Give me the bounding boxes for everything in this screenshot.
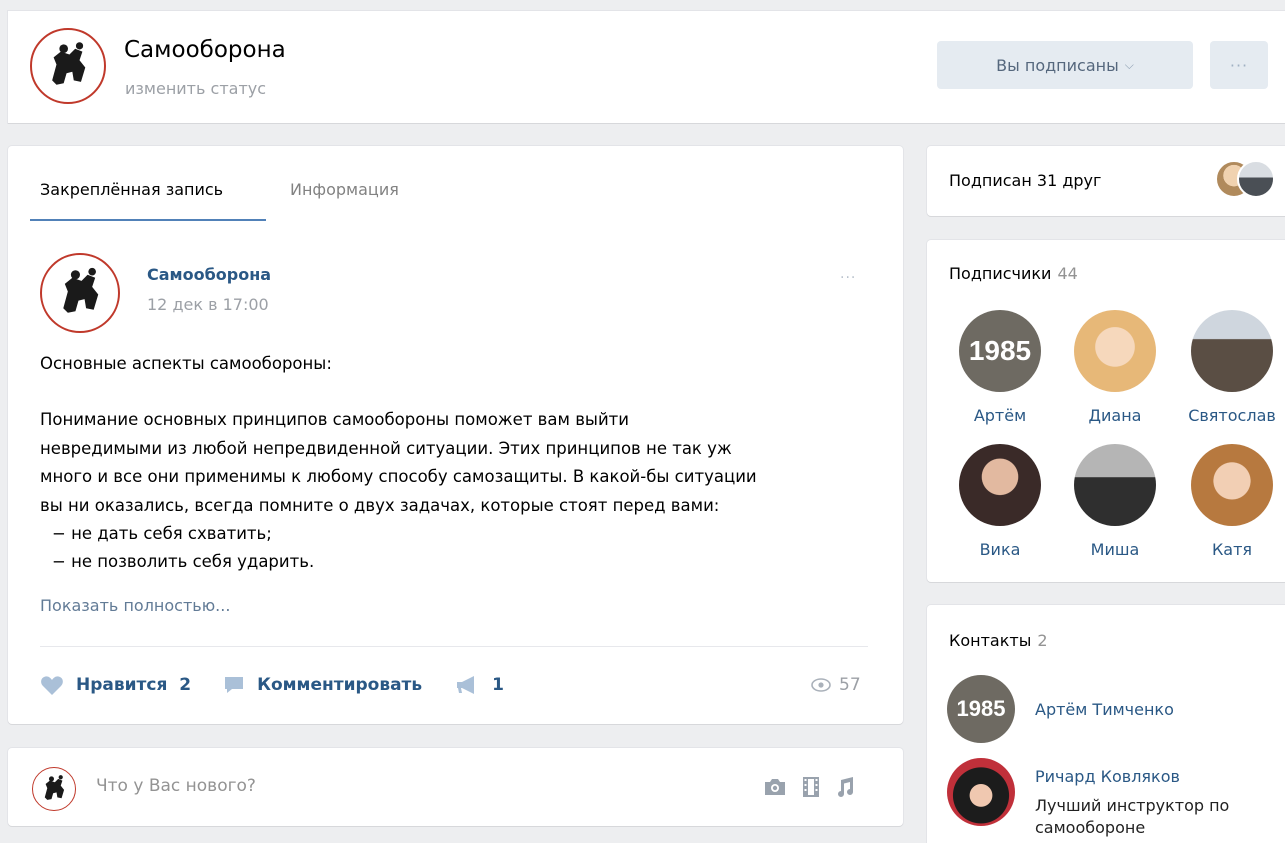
post-line: невредимыми из любой непредвиденной ситу… (40, 438, 732, 458)
like-button[interactable]: Нравится 2 (40, 674, 191, 696)
post-line-gap (40, 378, 880, 406)
subscriber-name[interactable]: Артём (945, 406, 1055, 425)
subscriber-avatar (1191, 310, 1273, 392)
subscriber-name[interactable]: Святослав (1177, 406, 1285, 425)
fighters-logo-icon (33, 31, 103, 101)
post-more-icon[interactable]: ··· (840, 270, 856, 286)
eye-icon (811, 678, 831, 692)
friend-avatar (1237, 160, 1275, 198)
contact-description: Лучший инструктор по самообороне (1035, 796, 1230, 837)
contact-avatar (947, 758, 1015, 826)
fighters-logo-icon (43, 256, 117, 330)
subscriber-name[interactable]: Миша (1060, 540, 1170, 559)
attachment-icons (763, 776, 855, 798)
tab-information[interactable]: Информация (280, 172, 409, 221)
post-list-item: − не позволить себя ударить. (52, 552, 315, 572)
more-actions-button[interactable]: ··· (1210, 41, 1268, 89)
subscriber-name[interactable]: Катя (1177, 540, 1285, 559)
subscriber-name[interactable]: Диана (1060, 406, 1170, 425)
chevron-down-icon: ⌵ (1124, 57, 1134, 72)
new-post-input[interactable]: Что у Вас нового? (96, 776, 256, 796)
camera-icon[interactable] (763, 777, 787, 797)
post-list-item: − не дать себя схватить; (52, 524, 272, 544)
share-button[interactable]: 1 (454, 675, 504, 695)
subscribed-label: Вы подписаны (996, 55, 1119, 75)
fighters-logo-icon (33, 768, 75, 810)
subscriber-avatar (1074, 310, 1156, 392)
video-icon[interactable] (801, 776, 821, 798)
post-actions: Нравится 2 Комментировать 1 (40, 674, 536, 696)
post-date[interactable]: 12 дек в 17:00 (147, 295, 269, 314)
subscribers-header[interactable]: Подписчики 44 (949, 264, 1078, 283)
post-line: вы ни оказались, всегда помните о двух з… (40, 495, 720, 515)
post-author-link[interactable]: Самооборона (147, 265, 271, 284)
music-icon[interactable] (835, 776, 855, 798)
avatar-badge-text: 1985 (968, 335, 1032, 366)
subscribers-count: 44 (1057, 264, 1078, 283)
subscriber-name[interactable]: Вика (945, 540, 1055, 559)
share-count: 1 (492, 675, 505, 695)
group-avatar[interactable] (30, 28, 106, 104)
contact-avatar: 1985 (947, 675, 1015, 743)
subscriber-avatar (959, 444, 1041, 526)
group-title: Самооборона (124, 37, 286, 63)
subscriber-avatar (1191, 444, 1273, 526)
contacts-count: 2 (1037, 631, 1048, 650)
subscribed-friends-card[interactable]: Подписан 31 друг (927, 146, 1285, 216)
friends-label[interactable]: Подписан 31 друг (949, 171, 1101, 190)
new-post-card: Что у Вас нового? (8, 748, 903, 826)
post-divider (40, 646, 868, 647)
post-tabs: Закреплённая запись Информация (30, 172, 409, 221)
contacts-card: Контакты 2 1985 Артём Тимченко Ричард Ков… (927, 605, 1285, 843)
tab-pinned-post[interactable]: Закреплённая запись (30, 172, 266, 221)
comment-label: Комментировать (257, 675, 423, 695)
friends-avatar-stack (1215, 160, 1285, 200)
subscriber-item[interactable]: 1985 Артём (945, 310, 1055, 425)
contact-name[interactable]: Артём Тимченко (1035, 700, 1174, 719)
post-author-avatar[interactable] (40, 253, 120, 333)
like-label: Нравится 2 (76, 675, 192, 695)
contact-name[interactable]: Ричард Ковляков (1035, 767, 1180, 786)
subscribed-button[interactable]: Вы подписаны ⌵ (937, 41, 1193, 89)
subscriber-avatar: 1985 (959, 310, 1041, 392)
subscriber-avatar (1074, 444, 1156, 526)
views-count: 57 (839, 675, 861, 695)
subscriber-item[interactable]: Святослав (1177, 310, 1285, 425)
megaphone-icon (457, 676, 475, 694)
comment-button[interactable]: Комментировать (223, 675, 422, 695)
contacts-header[interactable]: Контакты 2 (949, 631, 1048, 650)
my-avatar (32, 767, 76, 811)
subscribers-card: Подписчики 44 1985 Артём Диана Святослав … (927, 240, 1285, 582)
subscriber-item[interactable]: Катя (1177, 444, 1285, 559)
views-counter: 57 (811, 675, 861, 695)
group-header: Самооборона изменить статус Вы подписаны… (8, 11, 1285, 123)
subscriber-item[interactable]: Вика (945, 444, 1055, 559)
post-line: Основные аспекты самообороны: (40, 354, 332, 373)
post-line: Понимание основных принципов самообороны… (40, 410, 630, 430)
post-line: много и все они применимы к любому спосо… (40, 467, 757, 487)
change-status-link[interactable]: изменить статус (125, 79, 266, 98)
heart-icon (41, 676, 63, 695)
post-text: Основные аспекты самообороны: Понимание … (40, 350, 880, 577)
subscriber-item[interactable]: Диана (1060, 310, 1170, 425)
pinned-post-card: Закреплённая запись Информация Самооборо… (8, 146, 903, 724)
show-more-link[interactable]: Показать полностью... (40, 596, 230, 615)
comment-icon (225, 677, 244, 693)
avatar-badge-text: 1985 (956, 696, 1006, 721)
subscriber-item[interactable]: Миша (1060, 444, 1170, 559)
